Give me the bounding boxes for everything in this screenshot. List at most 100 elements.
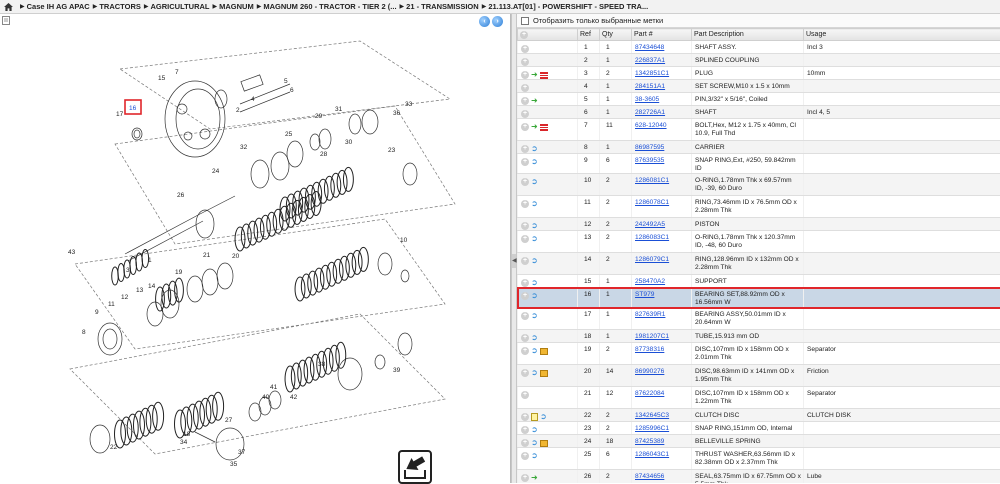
callout-label[interactable]: 12 xyxy=(121,294,129,301)
part-number-cell[interactable]: 1342645C3 xyxy=(632,409,692,422)
callout-label[interactable]: 35 xyxy=(230,461,238,468)
part-number-link[interactable]: 628-12040 xyxy=(635,122,667,129)
part-number-cell[interactable]: 87639535 xyxy=(632,154,692,174)
part-number-cell[interactable]: 1286078C1 xyxy=(632,196,692,218)
package-icon[interactable] xyxy=(540,348,548,355)
part-number-link[interactable]: 1286083C1 xyxy=(635,234,669,241)
callout-label[interactable]: 20 xyxy=(232,253,240,260)
home-icon[interactable] xyxy=(4,3,13,11)
add-to-cart-icon[interactable]: + xyxy=(521,312,529,320)
part-number-link[interactable]: 1285996C1 xyxy=(635,425,669,432)
add-to-cart-icon[interactable]: + xyxy=(521,426,529,434)
callout-label[interactable]: 23 xyxy=(388,147,396,154)
table-row[interactable]: +➲1811981207C1TUBE,15.913 mm OD xyxy=(518,330,1000,343)
blue-arrow-icon[interactable]: ➲ xyxy=(531,334,538,342)
callout-label[interactable]: 36 xyxy=(393,110,401,117)
blue-arrow-icon[interactable]: ➲ xyxy=(531,257,538,265)
callout-label[interactable]: 18 xyxy=(183,431,191,438)
blue-arrow-icon[interactable]: ➲ xyxy=(531,222,538,230)
callout-label[interactable]: 7 xyxy=(175,69,179,76)
table-row[interactable]: +➜321342851C1PLUG10mm xyxy=(518,67,1000,80)
add-to-cart-icon[interactable]: + xyxy=(521,97,529,105)
breadcrumb-segment[interactable]: ▶Case IH AG APAC xyxy=(17,2,90,11)
table-row[interactable]: +➲2221342645C3CLUTCH DISCCLUTCH DISK xyxy=(518,409,1000,422)
add-to-cart-icon[interactable]: + xyxy=(521,439,529,447)
usage-column-header[interactable]: Usage xyxy=(804,29,1000,41)
blue-arrow-icon[interactable]: ➲ xyxy=(531,145,538,153)
blue-arrow-icon[interactable]: ➲ xyxy=(531,439,538,447)
add-to-cart-icon[interactable]: + xyxy=(521,452,529,460)
add-to-cart-icon[interactable]: + xyxy=(521,222,529,230)
part-number-link[interactable]: 282726A1 xyxy=(635,109,665,116)
part-number-cell[interactable]: 1286043C1 xyxy=(632,448,692,470)
part-number-cell[interactable]: 87434648 xyxy=(632,41,692,54)
add-to-cart-icon[interactable]: + xyxy=(521,123,529,131)
part-number-link[interactable]: 258470A2 xyxy=(635,278,665,285)
part-number-cell[interactable]: 87425389 xyxy=(632,435,692,448)
blue-arrow-icon[interactable]: ➲ xyxy=(531,369,538,377)
red-list-icon[interactable] xyxy=(540,72,548,79)
part-number-link[interactable]: 87434648 xyxy=(635,44,664,51)
package-icon[interactable] xyxy=(540,370,548,377)
callout-label[interactable]: 4 xyxy=(251,96,255,103)
callout-label[interactable]: 9 xyxy=(95,309,99,316)
callout-label[interactable]: 19 xyxy=(175,269,183,276)
part-number-cell[interactable]: 1285996C1 xyxy=(632,422,692,435)
red-list-icon[interactable] xyxy=(540,124,548,131)
part-number-cell[interactable]: 87738316 xyxy=(632,343,692,365)
add-to-cart-icon[interactable]: + xyxy=(521,58,529,66)
add-to-cart-icon[interactable]: + xyxy=(521,334,529,342)
callout-label[interactable]: 5 xyxy=(284,78,288,85)
add-to-cart-icon[interactable]: + xyxy=(521,71,529,79)
part-number-link[interactable]: 38-3605 xyxy=(635,96,659,103)
part-number-link[interactable]: 827639R1 xyxy=(635,311,665,318)
add-to-cart-icon[interactable]: + xyxy=(521,474,529,482)
blue-arrow-icon[interactable]: ➲ xyxy=(531,235,538,243)
blue-arrow-icon[interactable]: ➲ xyxy=(531,426,538,434)
description-column-header[interactable]: Part Description xyxy=(692,29,804,41)
table-row[interactable]: +➲201486990276DISC,98.63mm ID x 141mm OD… xyxy=(518,365,1000,387)
part-number-cell[interactable]: 1286079C1 xyxy=(632,253,692,275)
table-row[interactable]: +21226837A1SPLINED COUPLING xyxy=(518,54,1000,67)
table-row-selected[interactable]: +➲161ST979BEARING SET,88.92mm OD x 16.56… xyxy=(518,288,1000,308)
breadcrumb-label[interactable]: 21 - TRANSMISSION xyxy=(406,2,479,11)
breadcrumb-segment[interactable]: ▶TRACTORS xyxy=(90,2,141,11)
collapse-diagram-button[interactable] xyxy=(398,450,432,484)
part-number-link[interactable]: 87434656 xyxy=(635,473,664,480)
part-number-cell[interactable]: 284151A1 xyxy=(632,80,692,93)
part-number-cell[interactable]: 87434656 xyxy=(632,470,692,484)
table-row[interactable]: +➲1021286081C1O-RING,1.78mm Thk x 69.57m… xyxy=(518,174,1000,196)
add-to-cart-icon[interactable]: + xyxy=(521,257,529,265)
add-to-cart-icon[interactable]: + xyxy=(521,347,529,355)
add-to-cart-icon[interactable]: + xyxy=(521,84,529,92)
table-row[interactable]: +61282726A1SHAFTIncl 4, 5 xyxy=(518,106,1000,119)
part-number-cell[interactable]: 282726A1 xyxy=(632,106,692,119)
callout-label[interactable]: 42 xyxy=(290,394,298,401)
callout-label[interactable]: 39 xyxy=(393,367,401,374)
table-row[interactable]: +➜26287434656SEAL,63.75mm ID x 67.75mm O… xyxy=(518,470,1000,484)
part-number-cell[interactable]: 86990276 xyxy=(632,365,692,387)
callout-label[interactable]: 40 xyxy=(262,394,270,401)
table-row[interactable]: +➲2321285996C1SNAP RING,151mm OD, Intern… xyxy=(518,422,1000,435)
breadcrumb-segment[interactable]: ▶21 - TRANSMISSION xyxy=(397,2,479,11)
table-row[interactable]: +➲1321286083C1O-RING,1.78mm Thk x 120.37… xyxy=(518,231,1000,253)
part-number-link[interactable]: 1286079C1 xyxy=(635,256,669,263)
table-row[interactable]: +➜711628-12040BOLT,Hex, M12 x 1.75 x 40m… xyxy=(518,119,1000,141)
add-to-cart-icon[interactable]: + xyxy=(521,391,529,399)
part-number-link[interactable]: 1342851C1 xyxy=(635,70,669,77)
part-number-cell[interactable]: 242492A5 xyxy=(632,218,692,231)
add-to-cart-icon[interactable]: + xyxy=(521,200,529,208)
breadcrumb-label[interactable]: MAGNUM xyxy=(219,2,254,11)
part-number-link[interactable]: 87738316 xyxy=(635,346,664,353)
add-to-cart-icon[interactable]: + xyxy=(521,413,529,421)
part-number-cell[interactable]: ST979 xyxy=(632,288,692,308)
callout-label[interactable]: 27 xyxy=(225,417,233,424)
part-number-link[interactable]: 226837A1 xyxy=(635,57,665,64)
callout-label[interactable]: 26 xyxy=(177,192,185,199)
breadcrumb-label[interactable]: TRACTORS xyxy=(99,2,141,11)
callout-label[interactable]: 13 xyxy=(136,287,144,294)
part-number-cell[interactable]: 827639R1 xyxy=(632,308,692,330)
part-number-cell[interactable]: 87622084 xyxy=(632,387,692,409)
callout-label[interactable]: 22 xyxy=(110,444,118,451)
table-row[interactable]: +1187434648SHAFT ASSY.Incl 3 xyxy=(518,41,1000,54)
